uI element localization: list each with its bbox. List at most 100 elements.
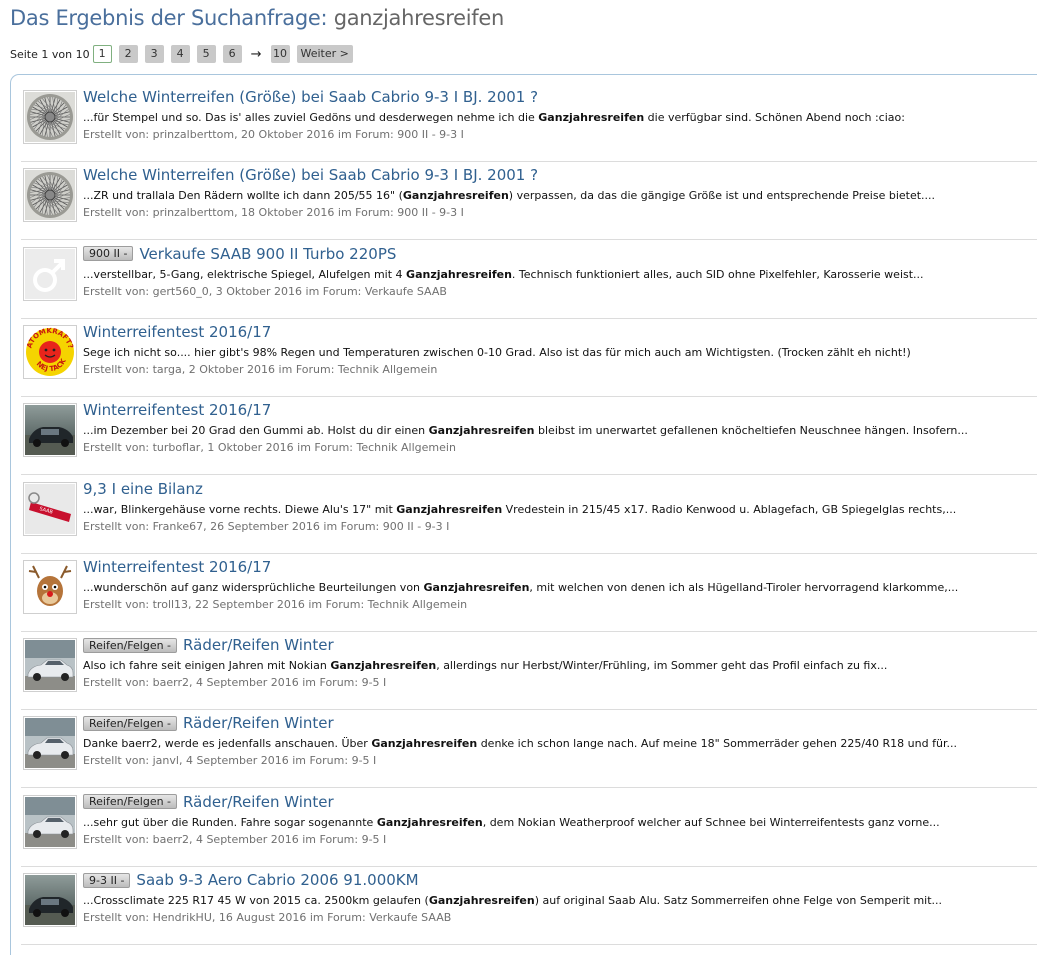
page-title: Das Ergebnis der Suchanfrage: ganzjahres… (10, 4, 504, 32)
atomkraft-badge-icon[interactable]: ATOMKRAFT? NEJ TACK (23, 324, 77, 379)
snippet-match: Ganzjahresreifen (428, 894, 535, 907)
result-row: Reifen/Felgen - Räder/Reifen Winter Danke … (21, 709, 1037, 789)
reindeer-icon[interactable] (23, 559, 77, 614)
snippet-text: ...im Dezember bei 20 Grad den Gummi ab.… (83, 424, 429, 438)
result-title: Winterreifentest 2016/17 (83, 557, 271, 577)
result-title: 9-3 II - Saab 9-3 Aero Cabrio 2006 91.000… (83, 870, 419, 890)
dark-car-photo-icon[interactable] (23, 873, 77, 927)
silver-car-photo-icon[interactable] (23, 716, 77, 771)
page-link-last[interactable]: 10 (270, 45, 290, 63)
result-title-link[interactable]: Winterreifentest 2016/17 (83, 400, 271, 420)
snippet-text: die verfügbar sind. Schönen Abend noch :… (644, 111, 905, 124)
result-title-link[interactable]: Verkaufe SAAB 900 II Turbo 220PS (139, 244, 396, 264)
result-title: Reifen/Felgen - Räder/Reifen Winter (83, 792, 334, 812)
result-meta: Erstellt von: turboflar, 1 Oktober 2016 … (83, 441, 456, 455)
dark-car-photo-icon[interactable] (23, 403, 77, 458)
search-results-page: Das Ergebnis der Suchanfrage: ganzjahres… (0, 0, 1037, 955)
result-title-link[interactable]: 9,3 I eine Bilanz (83, 479, 203, 499)
result-snippet: ...verstellbar, 5-Gang, elektrische Spie… (83, 268, 924, 282)
results-list: Welche Winterreifen (Größe) bei Saab Cab… (10, 74, 1037, 955)
result-meta: Erstellt von: baerr2, 4 September 2016 i… (83, 832, 387, 846)
result-prefix-badge[interactable]: Reifen/Felgen - (83, 715, 178, 731)
snippet-text: denke ich schon lange nach. Auf meine 18… (477, 737, 957, 751)
male-symbol-icon[interactable] (23, 246, 77, 301)
result-meta: Erstellt von: HendrikHU, 16 August 2016 … (83, 911, 452, 924)
snippet-text: ...wunderschön auf ganz widersprüchliche… (83, 580, 424, 594)
result-title-link[interactable]: Winterreifentest 2016/17 (83, 322, 271, 342)
page-link-5[interactable]: 5 (196, 45, 216, 63)
result-title: 9,3 I eine Bilanz (83, 479, 203, 499)
page-link-1[interactable]: 1 (92, 45, 112, 63)
result-meta: Erstellt von: janvl, 4 September 2016 im… (83, 754, 377, 768)
result-snippet: Danke baerr2, werde es jedenfalls anscha… (83, 737, 957, 751)
snippet-text: , mit welchen von denen ich als Hügellan… (529, 580, 959, 594)
result-title-link[interactable]: Welche Winterreifen (Größe) bei Saab Cab… (83, 165, 538, 185)
snippet-text: ) auf original Saab Alu. Satz Sommerreif… (534, 894, 943, 907)
result-row: Welche Winterreifen (Größe) bei Saab Cab… (21, 161, 1037, 241)
result-snippet: ...Crossclimate 225 R17 45 W von 2015 ca… (83, 894, 942, 908)
result-meta: Erstellt von: troll13, 22 September 2016… (83, 597, 468, 611)
result-title-link[interactable]: Welche Winterreifen (Größe) bei Saab Cab… (83, 87, 538, 107)
snippet-text: , allerdings nur Herbst/Winter/Frühling,… (436, 659, 888, 673)
pagination-info: Seite 1 von 10 (10, 47, 90, 61)
snippet-text: ...für Stempel und so. Das is' alles zuv… (83, 111, 539, 124)
page-title-label: Das Ergebnis der Suchanfrage: (10, 6, 328, 30)
snippet-match: Ganzjahresreifen (376, 815, 483, 829)
result-title-link[interactable]: Räder/Reifen Winter (183, 635, 334, 655)
result-title: Winterreifentest 2016/17 (83, 400, 271, 420)
result-prefix-badge[interactable]: 900 II - (83, 246, 134, 262)
page-link-4[interactable]: 4 (170, 45, 190, 63)
snippet-text: Also ich fahre seit einigen Jahren mit N… (83, 659, 331, 673)
result-row: 900 II - Verkaufe SAAB 900 II Turbo 220PS… (21, 240, 1037, 319)
result-row: Reifen/Felgen - Räder/Reifen Winter Also i… (21, 631, 1037, 711)
result-row: Winterreifentest 2016/17 ...wunderschön a… (21, 553, 1037, 632)
result-title: 900 II - Verkaufe SAAB 900 II Turbo 220PS (83, 244, 396, 264)
snippet-text: Sege ich nicht so.... hier gibt's 98% Re… (83, 345, 911, 359)
result-title-link[interactable]: Räder/Reifen Winter (183, 713, 334, 733)
result-title: Reifen/Felgen - Räder/Reifen Winter (83, 713, 334, 733)
result-prefix-badge[interactable]: Reifen/Felgen - (83, 794, 178, 810)
pagination: Seite 1 von 10 1 2 3 4 5 6 → 10 Weiter > (10, 45, 360, 63)
silver-car-photo-icon[interactable] (23, 638, 77, 693)
result-snippet: Also ich fahre seit einigen Jahren mit N… (83, 659, 887, 673)
result-title: Reifen/Felgen - Räder/Reifen Winter (83, 635, 334, 655)
result-snippet: ...für Stempel und so. Das is' alles zuv… (83, 111, 905, 125)
result-prefix-badge[interactable]: Reifen/Felgen - (83, 637, 178, 653)
snippet-match: Ganzjahresreifen (538, 111, 645, 124)
wire-wheel-icon[interactable] (23, 168, 77, 223)
snippet-text: ...Crossclimate 225 R17 45 W von 2015 ca… (83, 894, 429, 907)
result-meta: Erstellt von: prinzalberttom, 20 Oktober… (83, 128, 464, 141)
result-title: Welche Winterreifen (Größe) bei Saab Cab… (83, 165, 538, 185)
result-meta: Erstellt von: Franke67, 26 September 201… (83, 519, 450, 533)
snippet-text: ...verstellbar, 5-Gang, elektrische Spie… (83, 267, 407, 281)
snippet-match: Ganzjahresreifen (423, 580, 530, 594)
search-term: ganzjahresreifen (333, 6, 505, 30)
result-title-link[interactable]: Winterreifentest 2016/17 (83, 557, 271, 577)
result-title-link[interactable]: Räder/Reifen Winter (183, 792, 334, 812)
result-snippet: Sege ich nicht so.... hier gibt's 98% Re… (83, 346, 911, 360)
result-meta: Erstellt von: gert560_0, 3 Oktober 2016 … (83, 284, 447, 298)
result-meta: Erstellt von: targa, 2 Oktober 2016 im F… (83, 362, 438, 376)
page-link-3[interactable]: 3 (144, 45, 164, 63)
snippet-match: Ganzjahresreifen (406, 267, 512, 281)
page-link-2[interactable]: 2 (118, 45, 138, 63)
result-title: Welche Winterreifen (Größe) bei Saab Cab… (83, 87, 538, 107)
silver-car-photo-icon[interactable] (23, 794, 77, 849)
result-meta: Erstellt von: baerr2, 4 September 2016 i… (83, 676, 387, 690)
wire-wheel-icon[interactable] (23, 90, 77, 144)
snippet-text: ...war, Blinkergehäuse vorne rechts. Die… (83, 502, 397, 516)
result-snippet: ...sehr gut über die Runden. Fahre sogar… (83, 816, 940, 830)
result-snippet: ...war, Blinkergehäuse vorne rechts. Die… (83, 503, 956, 517)
result-prefix-badge[interactable]: 9-3 II - (83, 872, 131, 888)
result-title-link[interactable]: Saab 9-3 Aero Cabrio 2006 91.000KM (136, 870, 418, 890)
next-page-button[interactable]: Weiter > (296, 45, 353, 63)
snippet-match: Ganzjahresreifen (402, 189, 509, 203)
snippet-match: Ganzjahresreifen (396, 502, 503, 516)
snippet-text: bleibst im unerwartet gefallenen knöchel… (534, 424, 968, 438)
snippet-match: Ganzjahresreifen (371, 737, 478, 751)
result-snippet: ...wunderschön auf ganz widersprüchliche… (83, 581, 958, 595)
result-row: Winterreifentest 2016/17 ...im Dezember b… (21, 396, 1037, 476)
page-link-6[interactable]: 6 (222, 45, 242, 63)
keychain-photo-icon[interactable]: SAAB (23, 481, 77, 536)
result-snippet: ...ZR und trallala Den Rädern wollte ich… (83, 189, 935, 203)
